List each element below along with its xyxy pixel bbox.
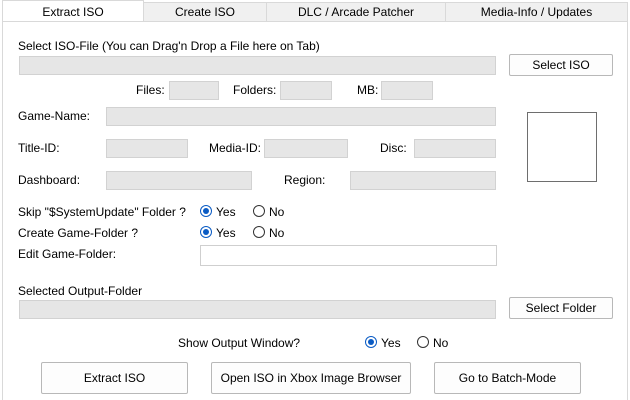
- create-folder-yes-label[interactable]: Yes: [216, 226, 236, 240]
- open-xbox-image-browser-button[interactable]: Open ISO in Xbox Image Browser: [211, 362, 411, 394]
- extract-iso-button[interactable]: Extract ISO: [41, 362, 188, 394]
- select-iso-button[interactable]: Select ISO: [509, 54, 613, 76]
- dashboard-field: [106, 171, 252, 190]
- skip-update-no-label[interactable]: No: [269, 205, 284, 219]
- game-name-label: Game-Name:: [18, 109, 91, 123]
- select-folder-button[interactable]: Select Folder: [509, 297, 613, 319]
- show-window-no-label[interactable]: No: [433, 336, 448, 350]
- region-field: [350, 171, 496, 190]
- output-folder-label: Selected Output-Folder: [18, 284, 143, 298]
- mb-label: MB:: [357, 83, 379, 97]
- title-id-label: Title-ID:: [18, 141, 60, 155]
- batch-mode-button[interactable]: Go to Batch-Mode: [434, 362, 581, 394]
- folders-label: Folders:: [233, 83, 277, 97]
- create-folder-no-radio[interactable]: [253, 226, 265, 238]
- edit-game-folder-input[interactable]: [200, 245, 497, 266]
- iso-path-field[interactable]: [19, 56, 496, 75]
- show-output-window-label: Show Output Window?: [178, 336, 301, 350]
- skip-systemupdate-label: Skip "$SystemUpdate" Folder ?: [18, 205, 186, 219]
- tab-dlc-arcade-patcher[interactable]: DLC / Arcade Patcher: [266, 2, 446, 21]
- mb-size-field: [381, 81, 433, 100]
- media-id-label: Media-ID:: [209, 141, 262, 155]
- dashboard-label: Dashboard:: [18, 173, 81, 187]
- files-count-field: [169, 81, 219, 100]
- skip-update-no-radio[interactable]: [253, 205, 265, 217]
- title-id-field: [106, 139, 188, 158]
- create-folder-no-label[interactable]: No: [269, 226, 284, 240]
- skip-update-yes-label[interactable]: Yes: [216, 205, 236, 219]
- tab-bar: Extract ISO Create ISO DLC / Arcade Patc…: [0, 0, 630, 22]
- disc-field: [414, 139, 496, 158]
- game-name-field: [106, 107, 496, 126]
- tab-extract-iso[interactable]: Extract ISO: [2, 0, 144, 22]
- cover-image-box: [527, 112, 597, 182]
- tab-create-iso[interactable]: Create ISO: [143, 2, 267, 21]
- skip-update-yes-radio[interactable]: [200, 205, 212, 217]
- show-window-yes-radio[interactable]: [365, 336, 377, 348]
- tab-media-info-updates[interactable]: Media-Info / Updates: [445, 2, 628, 21]
- disc-label: Disc:: [380, 141, 407, 155]
- select-iso-label: Select ISO-File (You can Drag'n Drop a F…: [18, 39, 320, 53]
- folders-count-field: [280, 81, 332, 100]
- show-window-yes-label[interactable]: Yes: [381, 336, 401, 350]
- show-window-no-radio[interactable]: [417, 336, 429, 348]
- region-label: Region:: [284, 173, 326, 187]
- output-folder-path-field[interactable]: [19, 300, 496, 319]
- create-folder-yes-radio[interactable]: [200, 226, 212, 238]
- create-game-folder-label: Create Game-Folder ?: [18, 226, 139, 240]
- files-label: Files:: [136, 83, 165, 97]
- edit-game-folder-label: Edit Game-Folder:: [18, 247, 117, 261]
- media-id-field: [264, 139, 348, 158]
